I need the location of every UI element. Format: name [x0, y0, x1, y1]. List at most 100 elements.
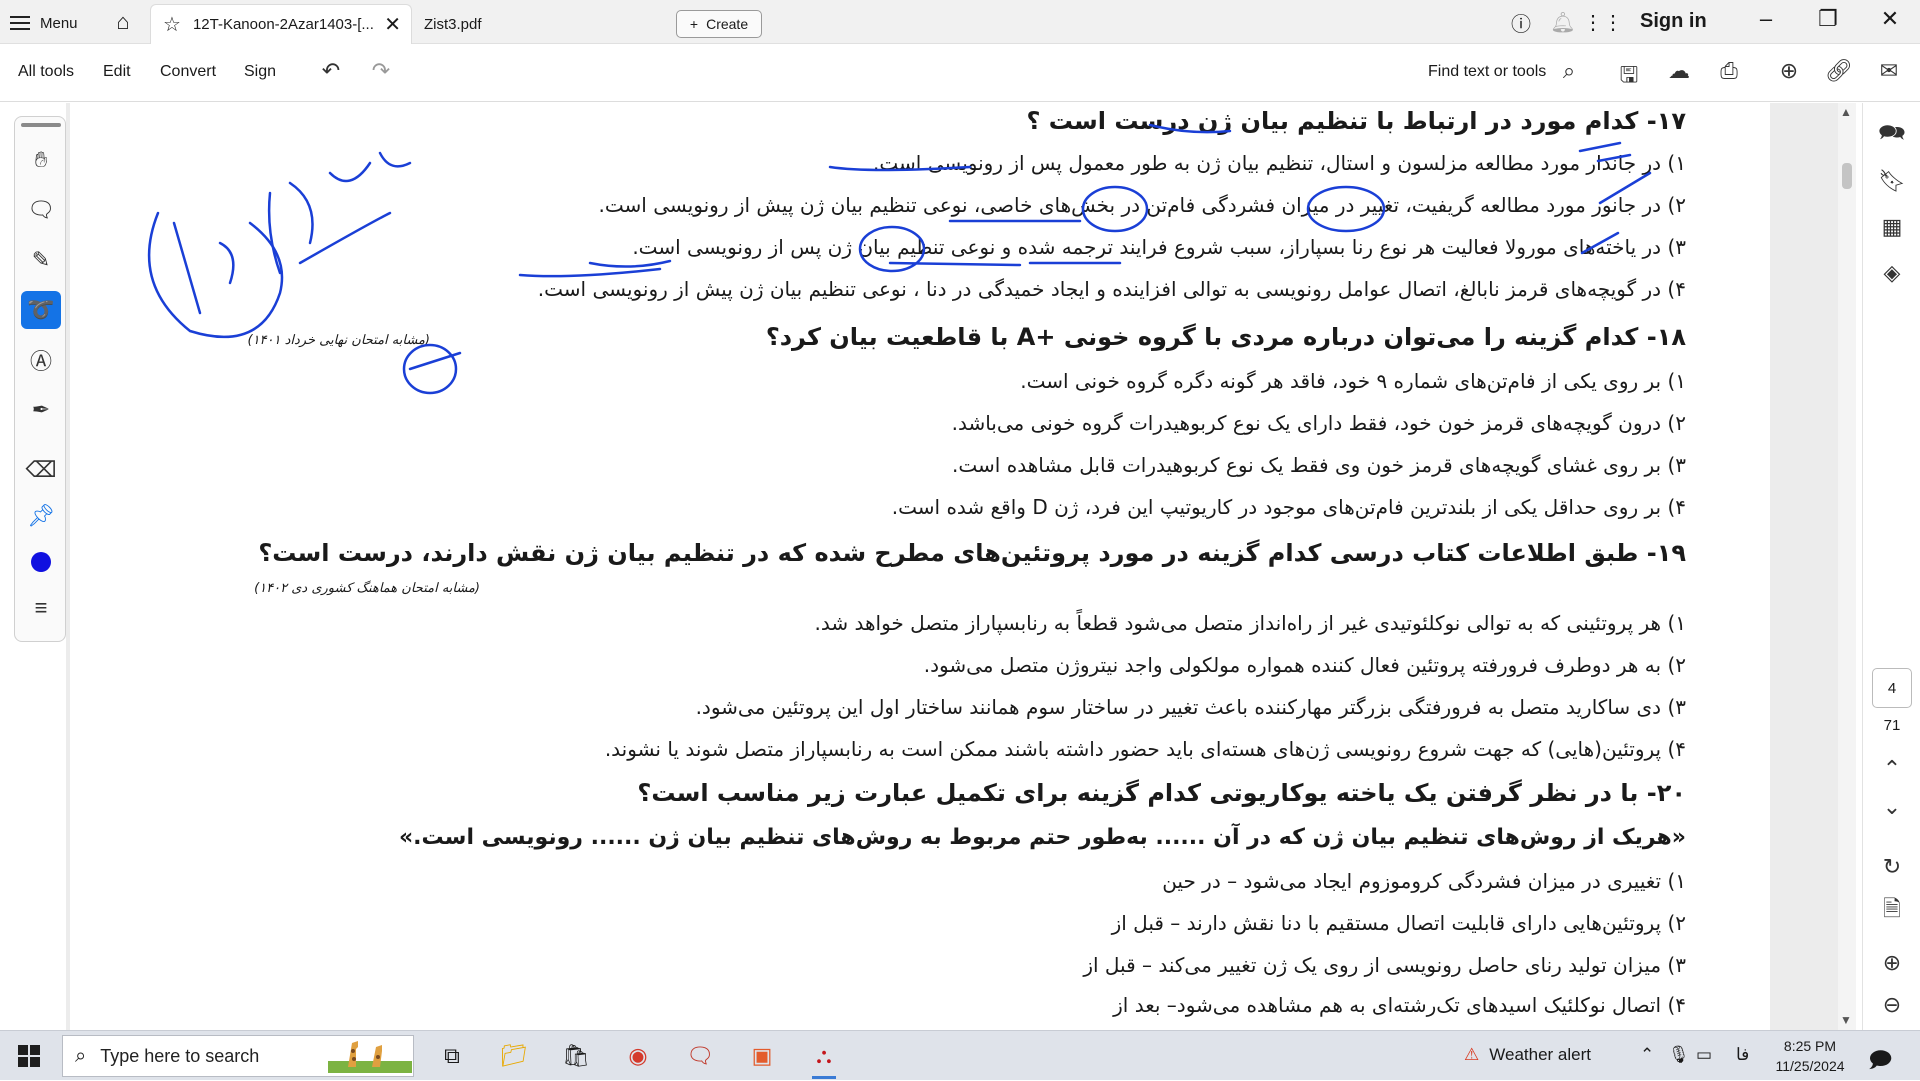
q20-option-2: ۲) پروتئین‌هایی دارای قابلیت اتصال مستقی… [1111, 911, 1686, 935]
acrobat-icon[interactable]: ⛬ [804, 1039, 844, 1079]
question-19-title: ۱۹- طبق اطلاعات کتاب درسی کدام گزینه در … [258, 539, 1686, 567]
language-indicator[interactable]: فا [1736, 1045, 1749, 1065]
apps-grid-icon[interactable]: ⋮⋮ [1583, 8, 1623, 36]
pin-icon[interactable]: 📌︎ [21, 497, 61, 535]
menu-label: Menu [40, 14, 78, 32]
convert-button[interactable]: Convert [160, 63, 216, 81]
presentation-app-icon[interactable]: ▣ [742, 1039, 782, 1073]
upload-icon[interactable]: ☁ [1664, 58, 1694, 84]
star-icon[interactable]: ☆ [163, 12, 181, 37]
find-text-button[interactable]: Find text or tools [1428, 63, 1546, 81]
scroll-thumb[interactable] [1842, 163, 1852, 189]
text-box-icon[interactable]: Ⓐ [21, 341, 61, 379]
print-icon[interactable]: ⎙ [1714, 58, 1744, 84]
pdf-page[interactable]: ۱۷- کدام مورد در ارتباط با تنظیم بیان ژن… [70, 103, 1770, 1030]
q20-option-3: ۳) میزان تولید رنای حاصل رونویسی از روی … [1083, 953, 1686, 977]
close-icon[interactable]: ✕ [384, 12, 401, 37]
create-label: Create [706, 16, 749, 32]
search-icon[interactable]: ⌕ [1554, 58, 1584, 84]
tab-zist3[interactable]: Zist3.pdf [412, 4, 672, 44]
home-icon[interactable]: ⌂ [108, 8, 138, 36]
question-20-quote: «هریک از روش‌های تنظیم بیان ژن که در آن … [398, 825, 1686, 850]
search-placeholder: Type here to search [100, 1045, 260, 1066]
color-dot-icon [31, 552, 51, 572]
giraffe-search-highlight-icon [328, 1041, 412, 1073]
page-down-icon[interactable]: ⌄ [1872, 789, 1912, 825]
freehand-draw-icon[interactable]: ➰ [21, 291, 61, 329]
microphone-icon[interactable]: 🎙︎ [1668, 1045, 1690, 1065]
zoom-out-icon[interactable]: ⊖ [1872, 987, 1912, 1023]
redo-icon[interactable]: ↷ [366, 58, 396, 84]
restore-icon[interactable]: ❐ [1808, 6, 1848, 32]
eraser-icon[interactable]: ⌫ [21, 451, 61, 489]
zoom-in-icon[interactable]: ⊕ [1872, 945, 1912, 981]
tray-expand-icon[interactable]: ⌃ [1640, 1045, 1654, 1065]
extract-page-icon[interactable]: 🗎 [1872, 893, 1912, 929]
question-18-title: ۱۸- کدام گزینه را می‌توان درباره مردی با… [765, 323, 1686, 351]
save-icon[interactable]: 🖫 [1614, 58, 1644, 96]
line-weight-icon[interactable]: ≡ [21, 589, 61, 627]
q20-option-1: ۱) تغییری در میزان فشردگی کروموزوم ایجاد… [1162, 869, 1686, 893]
battery-icon[interactable]: ▭ [1696, 1045, 1712, 1065]
ink-underline [518, 259, 672, 278]
tab-bar: Menu ⌂ ☆ 12T-Kanoon-2Azar1403-[... ✕ Zis… [0, 0, 1920, 44]
chrome-icon[interactable]: ◉ [618, 1039, 658, 1073]
question-17-title: ۱۷- کدام مورد در ارتباط با تنظیم بیان ژن… [1026, 107, 1687, 135]
color-picker[interactable] [21, 543, 61, 581]
ink-stroke [267, 151, 412, 275]
scroll-down-icon[interactable]: ▼ [1840, 1013, 1852, 1027]
q19-option-2: ۲) به هر دوطرف فرورفته پروتئین فعال کنند… [923, 653, 1686, 677]
plus-icon: + [689, 16, 699, 32]
system-clock[interactable]: 8:25 PM 11/25/2024 [1760, 1036, 1860, 1076]
highlight-icon[interactable]: ✎ [21, 241, 61, 279]
store-icon[interactable]: 🛍︎ [556, 1039, 596, 1073]
right-side-rail: 🗪 🔖︎ ▦ ◈ 4 71 ⌃ ⌄ ↻ 🗎 ⊕ ⊖ [1862, 103, 1920, 1030]
task-view-icon[interactable]: ⧉ [432, 1039, 472, 1073]
source-note-1401: (مشابه امتحان نهایی خرداد ۱۴۰۱) [247, 333, 430, 348]
total-pages: 71 [1883, 717, 1901, 734]
question-20-title: ۲۰- با در نظر گرفتن یک یاخته یوکاریوتی ک… [637, 779, 1686, 807]
share-user-icon[interactable]: ⊕ [1774, 58, 1804, 84]
notifications-icon[interactable]: 🗩 [1868, 1043, 1892, 1081]
minimize-icon[interactable]: – [1746, 6, 1786, 32]
hand-tool-icon[interactable]: ✋︎ [21, 141, 61, 179]
scroll-up-icon[interactable]: ▲ [1840, 105, 1852, 119]
sign-button[interactable]: Sign [244, 63, 276, 81]
bookmarks-icon[interactable]: 🔖︎ [1872, 163, 1912, 199]
all-tools-button[interactable]: All tools [18, 63, 74, 81]
layers-icon[interactable]: ◈ [1872, 255, 1912, 291]
thumbnails-icon[interactable]: ▦ [1872, 209, 1912, 245]
page-up-icon[interactable]: ⌃ [1872, 751, 1912, 787]
windows-start-icon[interactable] [18, 1045, 40, 1067]
weather-widget[interactable]: ⚠ Weather alert [1464, 1045, 1591, 1065]
ink-stroke [172, 221, 235, 315]
add-comment-icon[interactable]: 🗨 [21, 191, 61, 229]
rail-grip[interactable] [21, 123, 61, 127]
comments-icon[interactable]: 🗪 [1872, 117, 1912, 153]
window-close-icon[interactable]: ✕ [1870, 6, 1910, 32]
hamburger-icon [10, 16, 30, 30]
q18-option-2: ۲) درون گویچه‌های قرمز خون خود، فقط دارا… [951, 411, 1686, 435]
undo-icon[interactable]: ↶ [316, 58, 346, 84]
pen-sign-icon[interactable]: ✒ [21, 391, 61, 429]
file-explorer-icon[interactable]: 📁︎ [494, 1039, 534, 1073]
clock-date: 11/25/2024 [1775, 1058, 1845, 1074]
create-button[interactable]: + Create [676, 10, 762, 38]
tab-kanoon[interactable]: ☆ 12T-Kanoon-2Azar1403-[... ✕ [150, 4, 412, 44]
ink-stroke [298, 211, 392, 265]
tab-label: Zist3.pdf [424, 15, 482, 33]
current-page-input[interactable]: 4 [1872, 668, 1912, 708]
mail-icon[interactable]: ✉ [1874, 58, 1904, 84]
feedback-icon[interactable]: 🗨 [680, 1039, 720, 1073]
sign-in-button[interactable]: Sign in [1640, 10, 1707, 33]
link-icon[interactable]: 🔗︎ [1824, 58, 1854, 84]
q20-option-4: ۴) اتصال نوکلئیک اسیدهای تک‌رشته‌ای به ه… [1113, 993, 1686, 1017]
edit-button[interactable]: Edit [103, 63, 131, 81]
vertical-scrollbar[interactable]: ▲ ▼ [1838, 103, 1856, 1030]
help-icon[interactable]: ⓘ [1506, 8, 1536, 36]
menu-button[interactable]: Menu [10, 10, 78, 36]
rotate-icon[interactable]: ↻ [1872, 849, 1912, 885]
q17-option-2: ۲) در جانور مورد مطالعه گریفیت، تغییر در… [598, 193, 1686, 217]
bell-icon[interactable]: 🔔︎ [1548, 8, 1578, 36]
ink-stroke [408, 351, 462, 371]
